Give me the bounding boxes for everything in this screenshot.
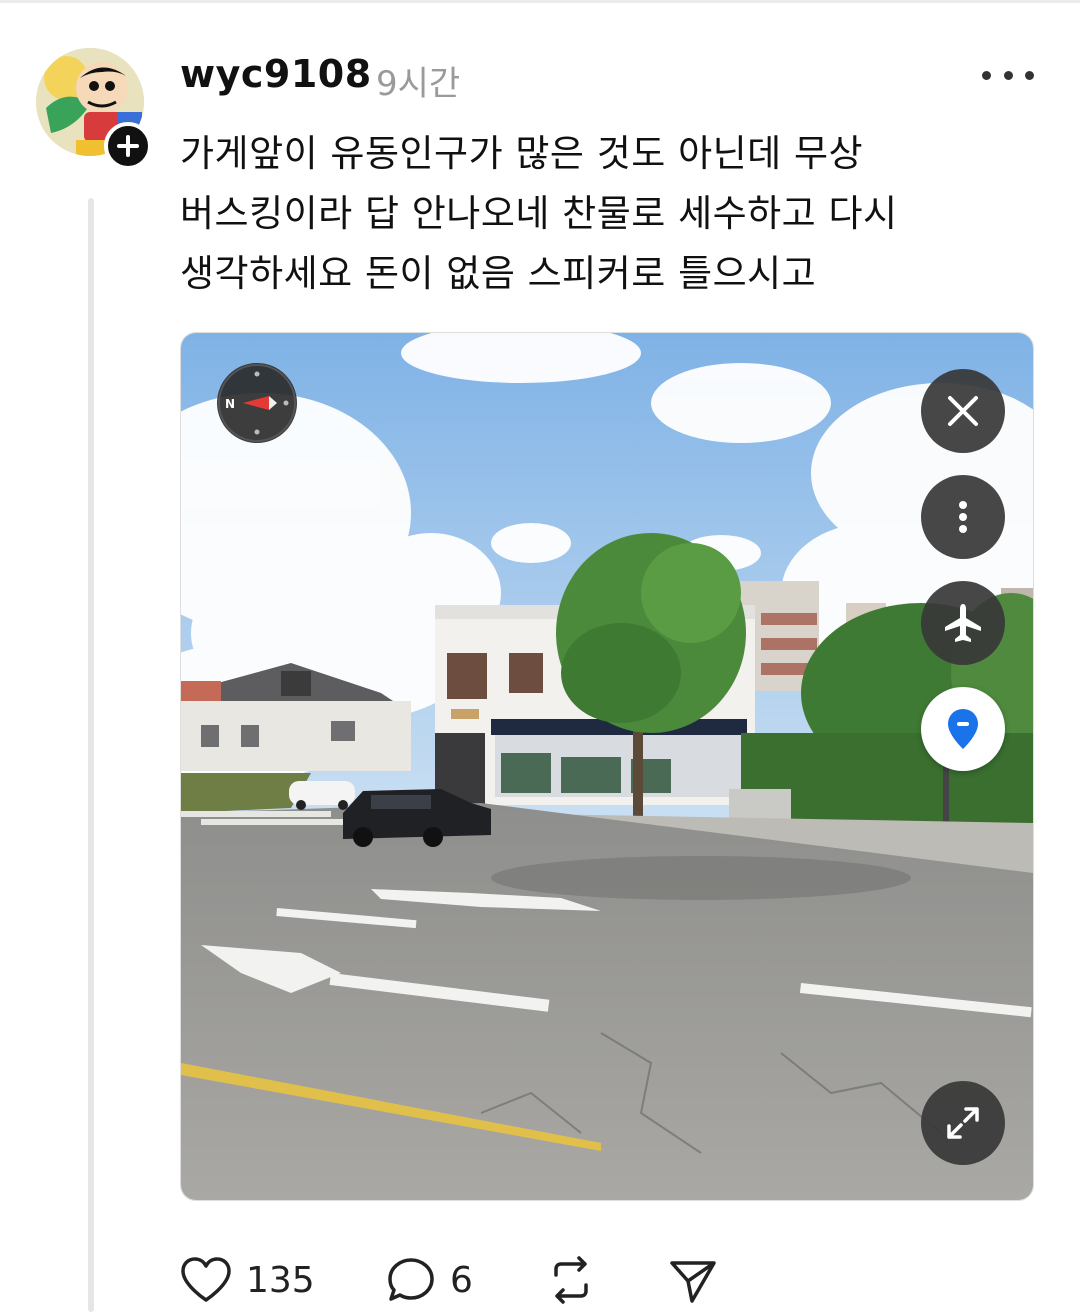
share-button[interactable]	[668, 1252, 718, 1308]
top-divider	[0, 0, 1080, 3]
location-pin-icon	[948, 709, 978, 749]
airplane-icon	[945, 604, 981, 642]
expand-icon	[947, 1107, 979, 1139]
airplane-button[interactable]	[921, 581, 1005, 665]
repost-icon	[554, 1256, 588, 1304]
repost-button[interactable]	[546, 1252, 596, 1308]
expand-button[interactable]	[921, 1081, 1005, 1165]
more-options-icon[interactable]	[982, 60, 1034, 90]
more-vertical-icon	[959, 501, 967, 533]
post-image[interactable]: N	[180, 332, 1034, 1201]
compass-north-label: N	[225, 397, 235, 411]
post-text-line: 가게앞이 유동인구가 많은 것도 아닌데 무상	[180, 132, 864, 175]
like-count: 135	[246, 1259, 315, 1301]
compass-icon[interactable]: N	[217, 363, 297, 443]
action-bar: 135 6	[180, 1252, 740, 1308]
close-button[interactable]	[921, 369, 1005, 453]
follow-plus-icon[interactable]	[104, 122, 152, 170]
more-vertical-button[interactable]	[921, 475, 1005, 559]
username[interactable]: wyc9108	[180, 52, 372, 96]
location-pin-button[interactable]	[921, 687, 1005, 771]
like-button[interactable]: 135	[180, 1252, 315, 1308]
post-text-line: 생각하세요 돈이 없음 스피커로 틀으시고	[180, 252, 817, 295]
street-view-photo	[181, 333, 1033, 1200]
thread-line	[88, 198, 94, 1312]
post-text-line: 버스킹이라 답 안나오네 찬물로 세수하고 다시	[180, 192, 898, 235]
send-icon	[670, 1261, 716, 1303]
close-icon	[948, 396, 978, 426]
post-text: 가게앞이 유동인구가 많은 것도 아닌데 무상 버스킹이라 답 안나오네 찬물로…	[180, 124, 1040, 304]
comment-count: 6	[450, 1259, 473, 1301]
heart-icon	[181, 1257, 231, 1302]
comment-button[interactable]: 6	[386, 1252, 473, 1308]
timestamp: 9시간	[376, 64, 461, 104]
comment-icon	[388, 1258, 434, 1301]
